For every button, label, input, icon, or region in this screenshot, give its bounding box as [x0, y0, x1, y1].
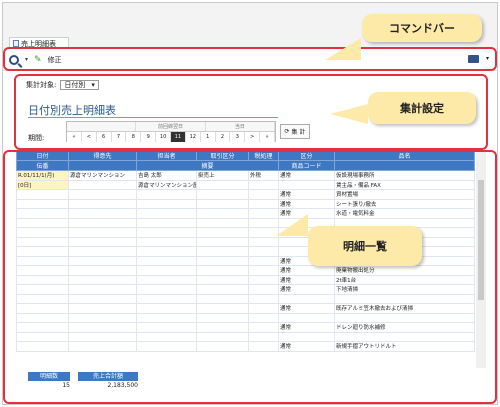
callout-tail — [325, 38, 361, 60]
callout-detail-list: 明細一覧 — [308, 226, 422, 266]
callout-command-bar: コマンドバー — [362, 14, 482, 42]
callout-tail — [330, 104, 368, 124]
list-frame — [3, 150, 497, 404]
document-icon — [13, 40, 19, 47]
command-bar-frame — [3, 47, 497, 71]
callout-tail — [276, 214, 308, 236]
callout-agg-settings: 集計設定 — [368, 92, 476, 124]
